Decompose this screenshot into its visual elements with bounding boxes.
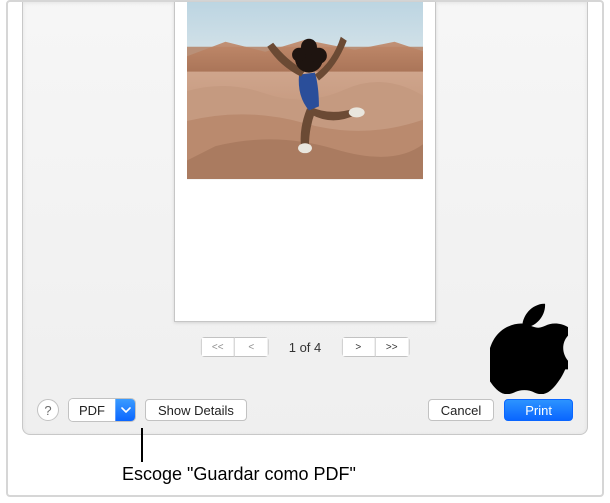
dialog-button-bar: ? PDF Show Details Cancel Print	[23, 386, 587, 434]
last-page-button[interactable]: >>	[375, 337, 409, 357]
preview-photo	[187, 2, 423, 180]
outer-frame: << < 1 of 4 > >> ? PDF Show Details Canc…	[6, 0, 604, 497]
first-page-button[interactable]: <<	[201, 337, 235, 357]
pdf-dropdown[interactable]: PDF	[69, 399, 135, 421]
pager-prev-group: << <	[201, 337, 269, 357]
print-dialog: << < 1 of 4 > >> ? PDF Show Details Canc…	[22, 2, 588, 435]
show-details-button[interactable]: Show Details	[145, 399, 247, 421]
pdf-dropdown-label: PDF	[69, 399, 115, 421]
print-preview-page	[174, 2, 436, 322]
chevron-down-icon	[115, 399, 135, 421]
prev-page-button[interactable]: <	[235, 337, 269, 357]
page-navigator: << < 1 of 4 > >>	[201, 337, 410, 357]
annotation-text: Escoge "Guardar como PDF"	[122, 464, 356, 485]
print-button[interactable]: Print	[504, 399, 573, 421]
next-page-button[interactable]: >	[341, 337, 375, 357]
pager-next-group: > >>	[341, 337, 409, 357]
page-indicator: 1 of 4	[289, 340, 322, 355]
cancel-button[interactable]: Cancel	[428, 399, 494, 421]
help-button[interactable]: ?	[37, 399, 59, 421]
